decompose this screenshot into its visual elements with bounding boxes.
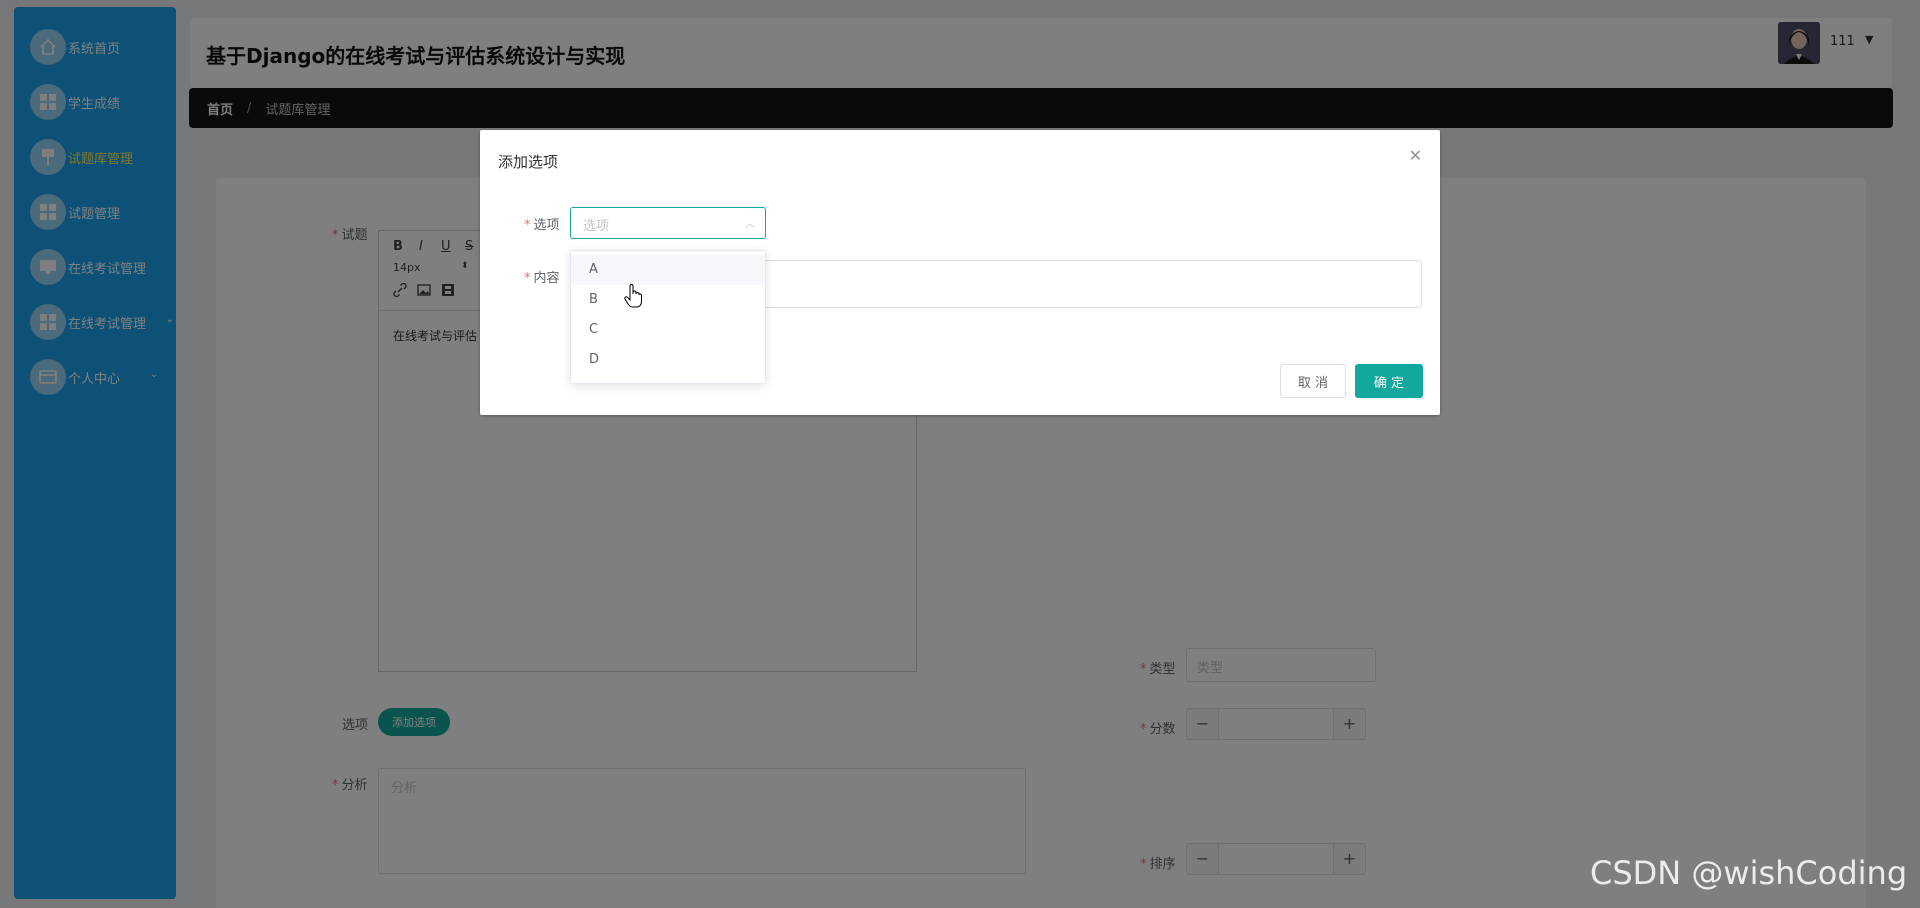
chevron-up-icon: ︿ bbox=[745, 219, 755, 230]
close-icon[interactable]: ✕ bbox=[1409, 146, 1422, 165]
dialog-title: 添加选项 bbox=[498, 153, 559, 171]
confirm-button[interactable]: 确 定 bbox=[1355, 364, 1423, 398]
cancel-button[interactable]: 取 消 bbox=[1280, 364, 1346, 398]
option-field-label: * 选项 bbox=[524, 218, 560, 233]
hand-cursor-icon bbox=[624, 284, 642, 308]
option-select[interactable]: 选项 ︿ bbox=[570, 207, 766, 239]
dropdown-option-d[interactable]: D bbox=[571, 345, 765, 375]
option-dropdown: A B C D bbox=[570, 250, 766, 384]
watermark: CSDN @wishCoding bbox=[1590, 854, 1908, 892]
option-select-placeholder: 选项 bbox=[583, 219, 610, 234]
dropdown-option-b[interactable]: B bbox=[571, 285, 765, 315]
dropdown-option-a[interactable]: A bbox=[571, 255, 765, 285]
dropdown-option-c[interactable]: C bbox=[571, 315, 765, 345]
content-field-label: * 内容 bbox=[524, 271, 560, 286]
